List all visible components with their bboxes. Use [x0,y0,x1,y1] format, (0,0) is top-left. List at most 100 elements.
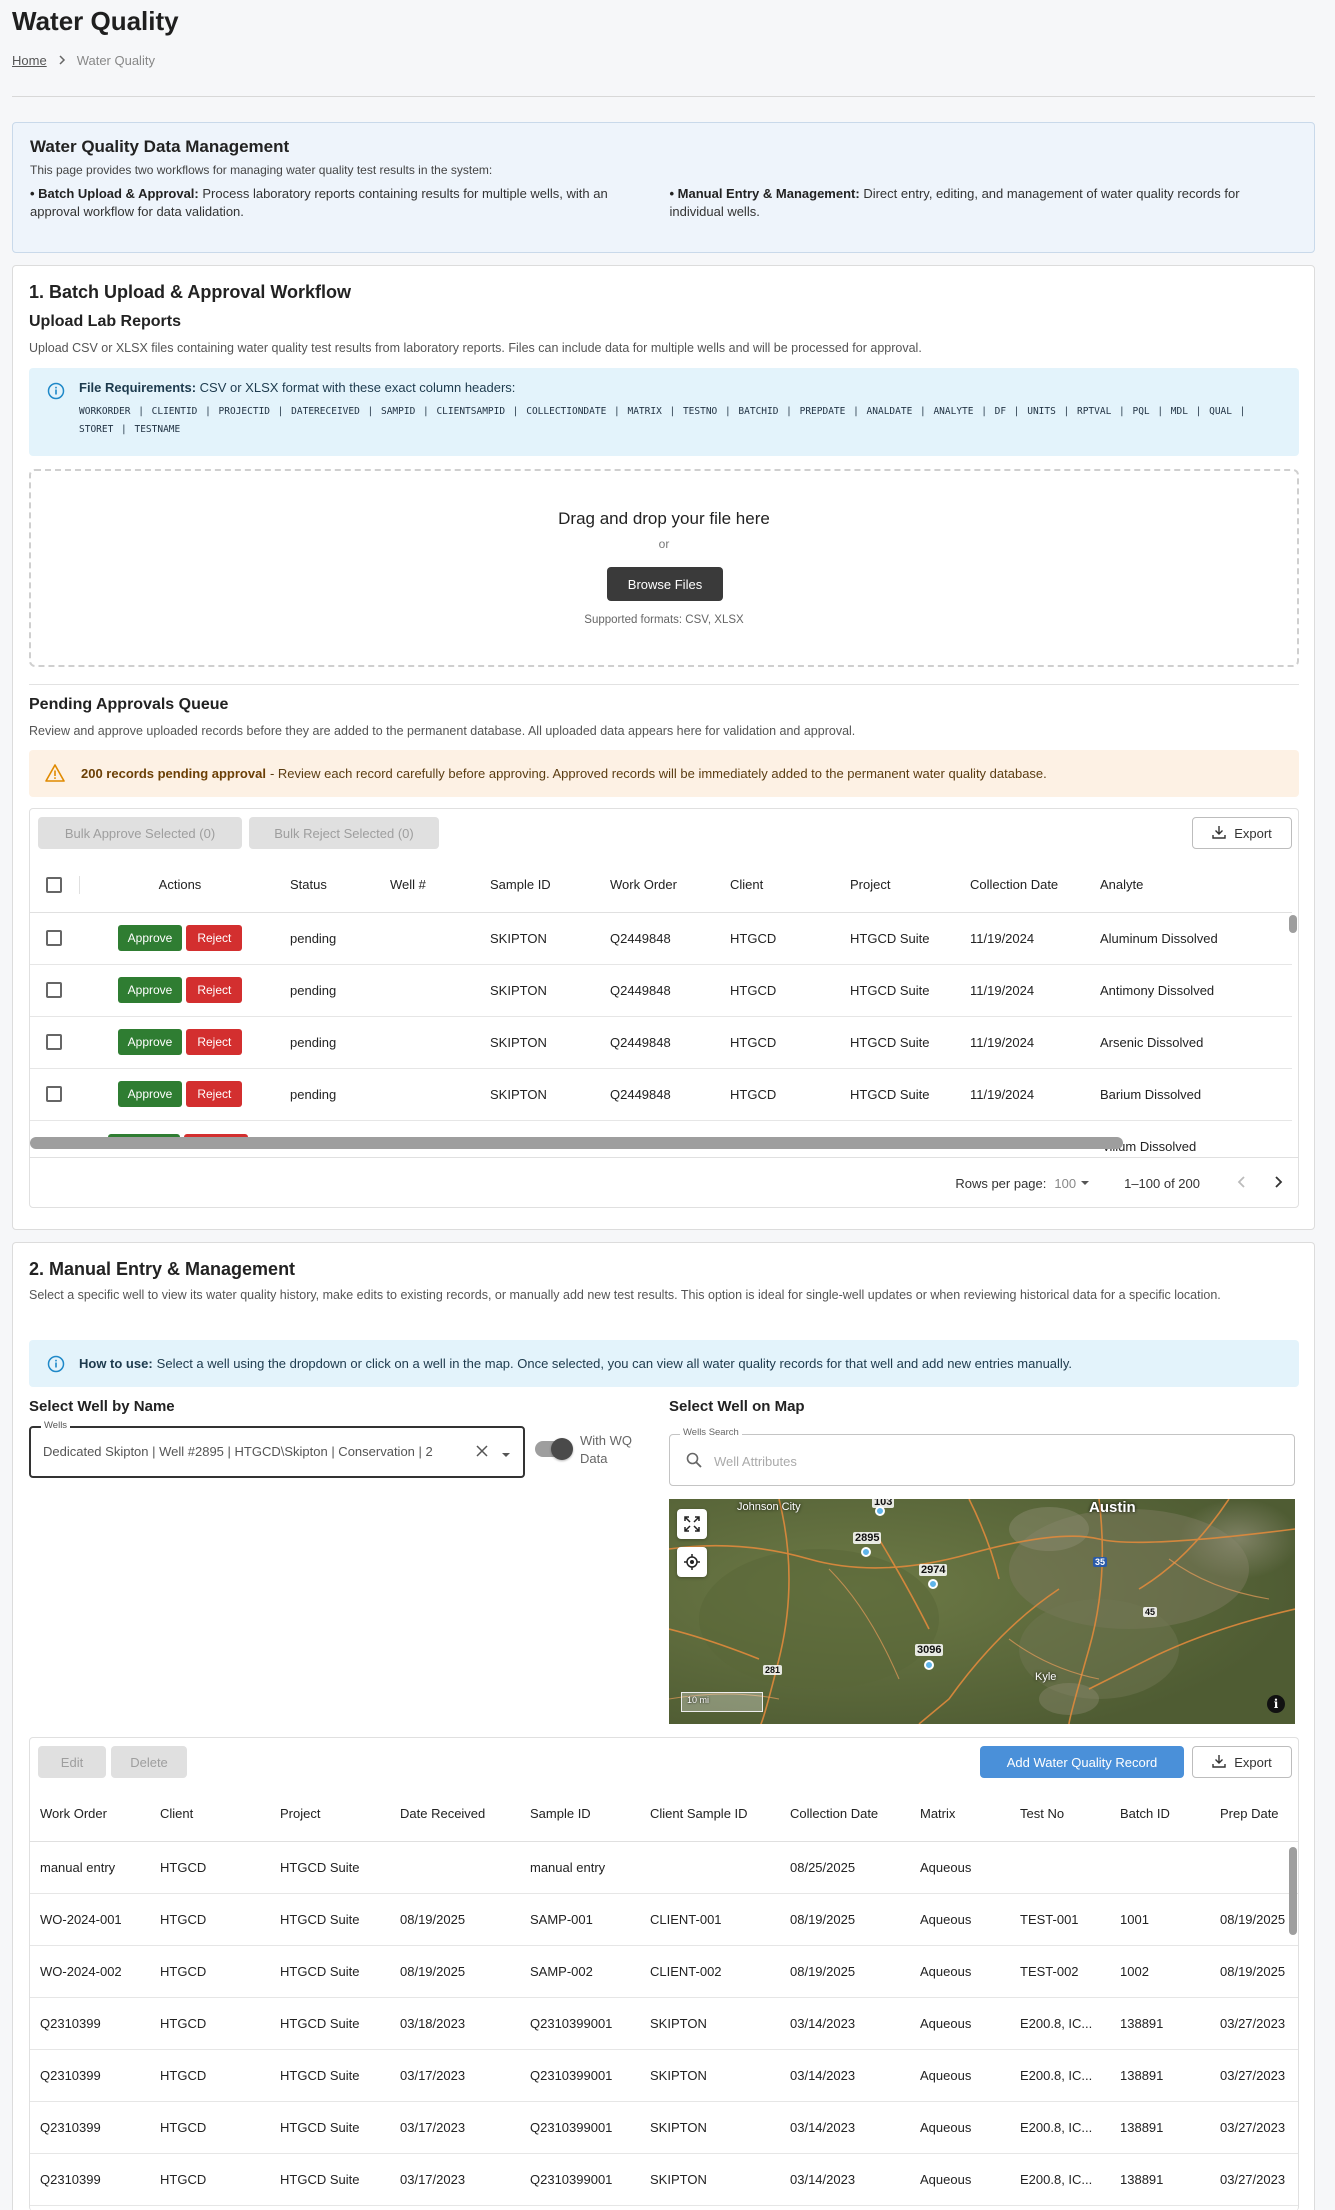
row-checkbox[interactable] [30,1068,80,1121]
manual-desc: Select a specific well to view its water… [29,1288,1221,1302]
vertical-scrollbar[interactable] [1289,915,1297,933]
horizontal-scrollbar[interactable] [30,1137,1123,1149]
file-drop-zone[interactable]: Drag and drop your file here or Browse F… [29,469,1299,667]
add-record-button[interactable]: Add Water Quality Record [980,1746,1184,1778]
clear-icon[interactable] [475,1444,489,1461]
approve-button[interactable]: Approve [117,925,183,951]
map-label-kyle: Kyle [1035,1671,1057,1683]
reject-button[interactable]: Reject [186,925,243,951]
col-header[interactable]: Matrix [910,1787,1010,1842]
vertical-scrollbar[interactable] [1289,1847,1297,1935]
table-row[interactable]: Q2310399 HTGCD HTGCD Suite 03/17/2023 Q23103… [30,2153,1298,2206]
well-map[interactable]: Johnson City Austin Kyle 103 2895 2974 3… [669,1499,1295,1724]
col-header[interactable]: Client [720,858,840,913]
records-table-header: Work Order Client Project Date Received … [30,1787,1298,1842]
col-header[interactable]: Prep Date [1210,1787,1298,1842]
records-export-button[interactable]: Export [1192,1746,1292,1778]
select-by-name-title: Select Well by Name [29,1398,175,1415]
row-checkbox[interactable] [30,1016,80,1069]
wells-search-input[interactable] [714,1449,1274,1473]
cell-sample: SKIPTON [480,964,600,1017]
reject-button[interactable]: Reject [186,1081,243,1107]
col-header[interactable]: Project [840,858,960,913]
col-header[interactable]: Work Order [30,1787,150,1842]
table-row[interactable]: WO-2024-001 HTGCD HTGCD Suite 08/19/2025 SAM… [30,1893,1298,1946]
manual-section: 2. Manual Entry & Management Select a sp… [12,1242,1315,2210]
well-marker-2895[interactable] [861,1547,871,1557]
locate-icon[interactable] [677,1547,707,1577]
cell-status: pending [280,964,380,1017]
rows-per-page-select[interactable]: 100 [1054,1176,1090,1191]
table-row[interactable]: WO-2024-002 HTGCD HTGCD Suite 08/19/2025 SAM… [30,1945,1298,1998]
wq-data-toggle-knob[interactable] [551,1438,573,1460]
cell-client: HTGCD [720,1016,840,1069]
wells-search[interactable]: Wells Search [669,1427,1295,1486]
reject-button[interactable]: Reject [186,977,243,1003]
fullscreen-icon[interactable] [677,1509,707,1539]
bulk-approve-button[interactable]: Bulk Approve Selected (0) [38,817,242,849]
select-all-checkbox[interactable] [30,858,80,913]
map-label-austin: Austin [1089,1499,1136,1516]
col-header[interactable]: Test No [1010,1787,1110,1842]
approve-button[interactable]: Approve [117,1081,183,1107]
section-divider [29,684,1299,685]
col-header[interactable]: Project [270,1787,390,1842]
cell-work-order: Q2449848 [600,1016,720,1069]
next-page-icon[interactable] [1272,1176,1284,1191]
map-scale-bar: 10 mi [681,1692,763,1712]
pending-table-header: Actions Status Well # Sample ID Work Ord… [30,858,1292,913]
batch-section-title: 1. Batch Upload & Approval Workflow [29,282,352,302]
bulk-reject-button[interactable]: Bulk Reject Selected (0) [249,817,439,849]
row-checkbox[interactable] [30,964,80,1017]
table-row[interactable]: Approve Reject pending SKIPTON Q2449848 H… [30,912,1292,965]
table-row[interactable]: Approve Reject pending SKIPTON Q2449848 H… [30,1068,1292,1121]
col-header[interactable]: Well # [380,858,480,913]
well-marker-3096[interactable] [924,1660,934,1670]
col-header[interactable]: Work Order [600,858,720,913]
browse-files-button[interactable]: Browse Files [607,567,723,601]
wq-data-toggle-label: With WQ Data [580,1433,632,1466]
col-header[interactable]: Client Sample ID [640,1787,780,1842]
reject-button[interactable]: Reject [186,1029,243,1055]
col-header[interactable]: Date Received [390,1787,520,1842]
cell-sample: SKIPTON [480,1068,600,1121]
cell-analyte: Antimony Dissolved [1090,964,1292,1017]
col-header[interactable]: Client [150,1787,270,1842]
table-row[interactable]: Q2310399 HTGCD HTGCD Suite 03/17/2023 Q23103… [30,2049,1298,2102]
breadcrumb-home-link[interactable]: Home [12,53,47,68]
table-row[interactable]: Approve Reject pending SKIPTON Q2449848 H… [30,964,1292,1017]
approve-button[interactable]: Approve [117,1029,183,1055]
delete-button[interactable]: Delete [111,1746,187,1778]
cell-date: 11/19/2024 [960,912,1090,965]
col-header[interactable]: Sample ID [480,858,600,913]
table-row[interactable]: manual entry HTGCD HTGCD Suite manual entry… [30,1841,1298,1894]
row-checkbox[interactable] [30,912,80,965]
col-header[interactable]: Batch ID [1110,1787,1210,1842]
col-header[interactable]: Collection Date [960,858,1090,913]
caret-down-icon[interactable] [501,1447,511,1463]
map-info-icon[interactable]: i [1267,1695,1285,1713]
well-marker-103[interactable] [875,1506,885,1516]
col-header[interactable]: Sample ID [520,1787,640,1842]
cell-work-order: Q2449848 [600,964,720,1017]
prev-page-icon[interactable] [1236,1176,1248,1191]
cell-status: pending [280,912,380,965]
col-header[interactable]: Actions [80,858,280,913]
col-header[interactable]: Status [280,858,380,913]
cell-analyte: Barium Dissolved [1090,1068,1292,1121]
pending-export-button[interactable]: Export [1192,817,1292,849]
cell-analyte: Arsenic Dissolved [1090,1016,1292,1069]
cell-analyte: Aluminum Dissolved [1090,912,1292,965]
approve-button[interactable]: Approve [117,977,183,1003]
well-marker-2974[interactable] [928,1579,938,1589]
col-header[interactable]: Analyte [1090,858,1292,913]
table-row[interactable]: Q2310399 HTGCD HTGCD Suite 03/18/2023 Q23103… [30,1997,1298,2050]
wells-select[interactable]: Wells Dedicated Skipton | Well #2895 | H… [29,1420,525,1478]
table-row[interactable]: Approve Reject pending SKIPTON Q2449848 H… [30,1016,1292,1069]
cell-project: HTGCD Suite [840,1068,960,1121]
well-label-2895: 2895 [853,1532,882,1544]
table-row[interactable]: Q2310399 HTGCD HTGCD Suite 03/17/2023 Q23103… [30,2101,1298,2154]
cell-client: HTGCD [720,964,840,1017]
edit-button[interactable]: Edit [38,1746,106,1778]
col-header[interactable]: Collection Date [780,1787,910,1842]
